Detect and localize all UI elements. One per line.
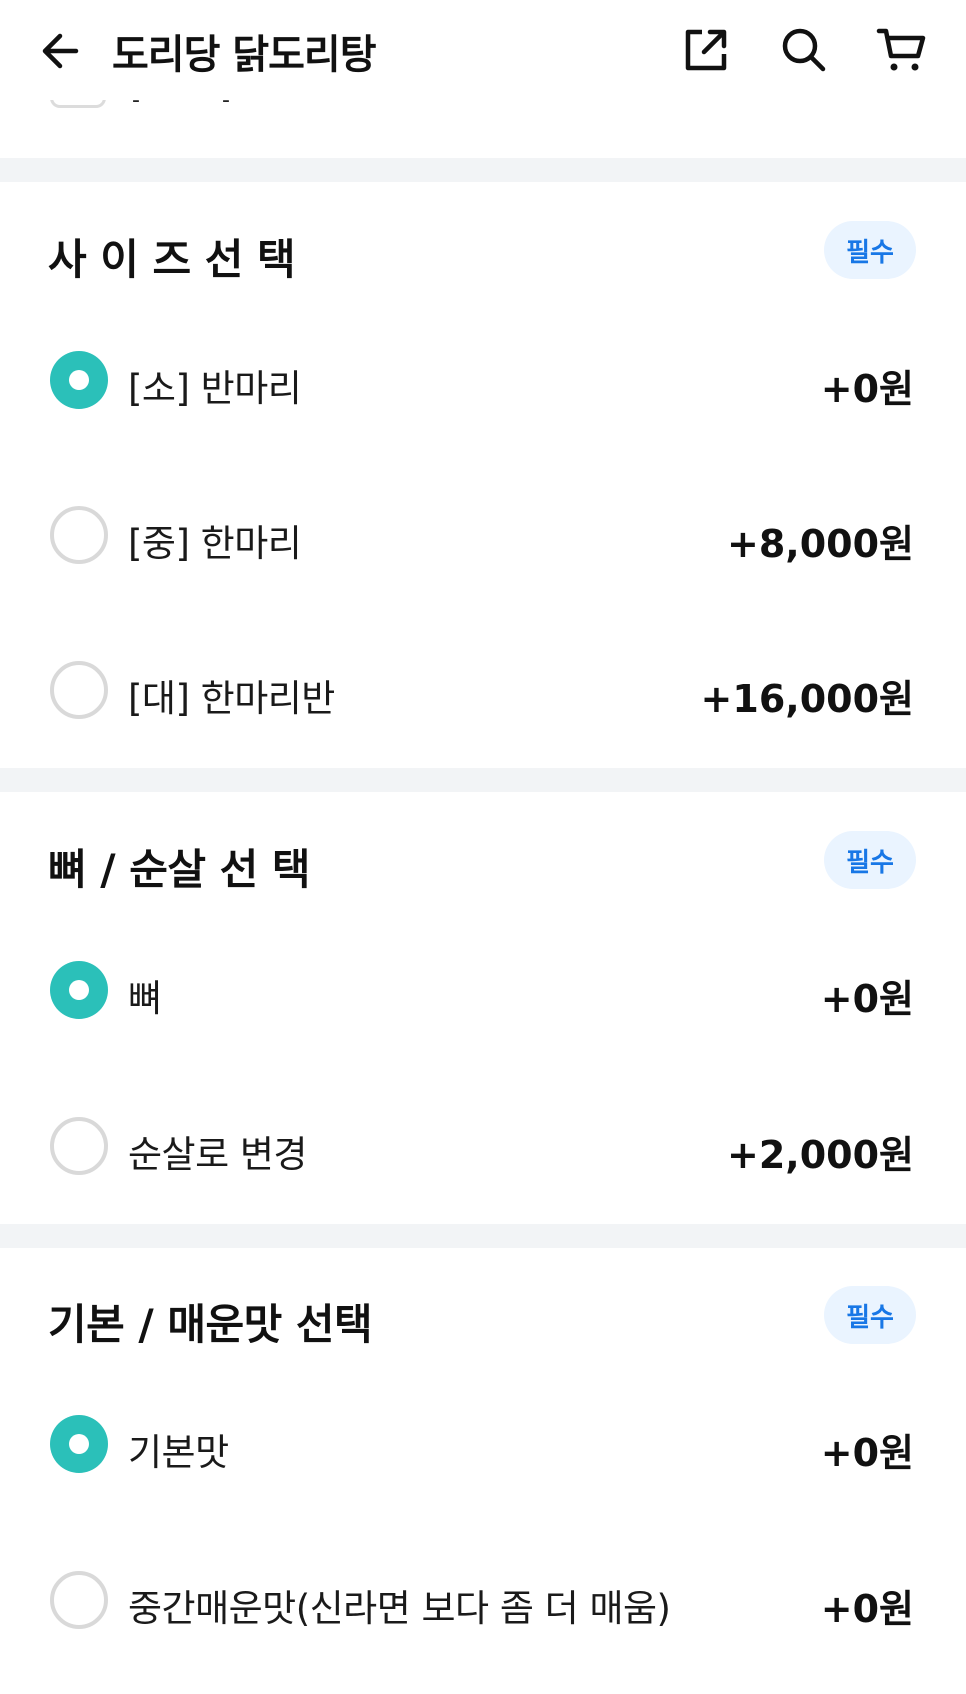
option-label: [중] 한마리 [128,522,302,565]
option-price: +0원 [820,1587,914,1631]
radio-unselected[interactable] [50,1571,108,1629]
radio-selected[interactable] [50,961,108,1019]
option-price: +2,000원 [727,1133,914,1177]
option-label: [대] 한마리반 [128,677,335,720]
search-button[interactable] [778,24,830,76]
option-price: +16,000원 [700,677,914,721]
option-price: +0원 [820,1431,914,1475]
share-icon [685,29,727,71]
radio-unselected[interactable] [50,506,108,564]
back-button[interactable] [36,26,86,76]
section-title-bone: 뼈 / 순살 선 택 [48,845,311,894]
required-badge: 필수 [824,831,916,889]
option-price: +0원 [820,367,914,411]
option-label: [소] 반마리 [128,367,302,410]
option-bone[interactable]: 뼈 +0원 [0,940,966,1040]
option-label: 중간매운맛(신라면 보다 좀 더 매움) [128,1587,671,1630]
radio-selected[interactable] [50,351,108,409]
option-label: 순살로 변경 [128,1133,307,1176]
required-badge: 필수 [824,1286,916,1344]
option-price: +0원 [820,977,914,1021]
option-label: 기본맛 [128,1431,229,1474]
radio-unselected[interactable] [50,661,108,719]
option-size-large[interactable]: [대] 한마리반 +16,000원 [0,640,966,740]
section-divider [0,1224,966,1248]
share-button[interactable] [680,24,732,76]
radio-selected[interactable] [50,1415,108,1473]
app-header: 도리당 닭도리탕 [0,0,966,100]
option-spice-medium[interactable]: 중간매운맛(신라면 보다 좀 더 매움) +0원 [0,1550,966,1650]
option-label: 뼈 [128,977,162,1020]
search-icon [782,28,826,72]
required-badge: 필수 [824,221,916,279]
radio-unselected[interactable] [50,1117,108,1175]
option-spice-basic[interactable]: 기본맛 +0원 [0,1394,966,1494]
option-price: +8,000원 [727,522,914,566]
page-title: 도리당 닭도리탕 [112,32,377,78]
section-title-spice: 기본 / 매운맛 선택 [48,1300,373,1349]
arrow-left-icon [42,33,79,69]
cart-button[interactable] [876,24,928,76]
cart-icon [876,28,926,71]
section-divider [0,158,966,182]
option-size-small[interactable]: [소] 반마리 +0원 [0,330,966,430]
section-divider [0,768,966,792]
section-title-size: 사 이 즈 선 택 [48,235,296,284]
option-boneless[interactable]: 순살로 변경 +2,000원 [0,1096,966,1196]
option-size-medium[interactable]: [중] 한마리 +8,000원 [0,485,966,585]
